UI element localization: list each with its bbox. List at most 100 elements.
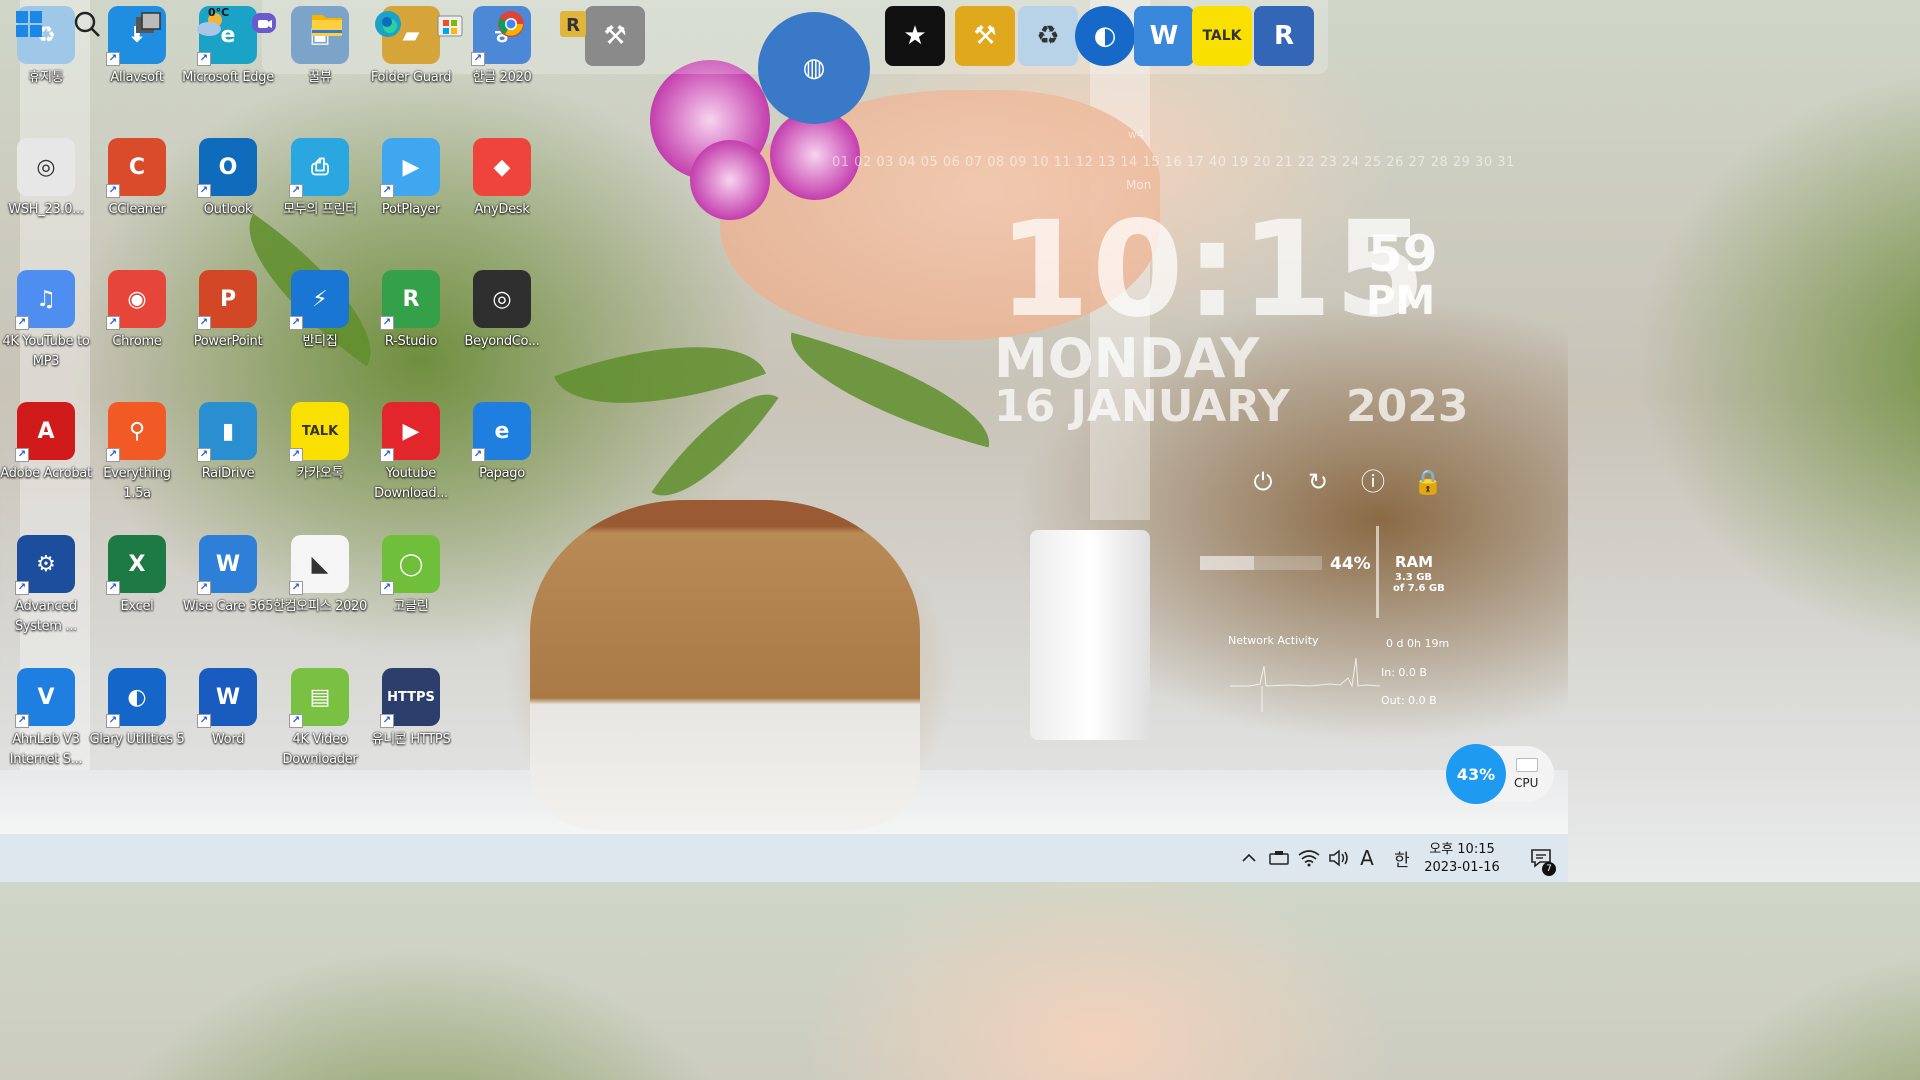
app-icon: V ↗ xyxy=(15,668,75,728)
tray-show-hidden-icons[interactable] xyxy=(1238,834,1260,882)
taskbar-clock-date[interactable]: 2023-01-16 xyxy=(1412,860,1512,875)
desktop-icon-label: Excel xyxy=(120,599,154,614)
desktop-icon[interactable]: ♫ ↗ 4K YouTube to MP3 xyxy=(2,270,90,372)
desktop-icon-label: PotPlayer xyxy=(381,202,441,217)
desktop-icon[interactable]: ◯ ↗ 고클린 xyxy=(368,535,454,617)
desktop-icon[interactable]: R ↗ R-Studio xyxy=(368,270,454,352)
desktop-icon[interactable]: W ↗ Wise Care 365 xyxy=(183,535,273,617)
hammer-icon: ⚒ xyxy=(973,21,997,51)
ram-usage-bar xyxy=(1200,556,1322,570)
desktop-icon[interactable]: ⚲ ↗ Everything 1.5a xyxy=(94,402,180,504)
desktop-icon[interactable]: e ↗ Papago xyxy=(459,402,545,484)
desktop-icon[interactable]: TALK ↗ 카카오톡 xyxy=(277,402,363,484)
desktop-icon[interactable]: HTTPS ↗ 유니콘 HTTPS xyxy=(368,668,454,750)
taskbar-microsoft-store[interactable] xyxy=(434,8,466,40)
dock-item-tools[interactable]: ⚒ xyxy=(585,6,645,66)
taskbar-chat-button[interactable] xyxy=(248,8,280,40)
desktop-icon-label: 고클린 xyxy=(393,599,429,614)
desktop-icon[interactable]: ◎ WSH_23.0... xyxy=(3,138,89,220)
desktop-icon[interactable]: ⚙ ↗ Advanced System ... xyxy=(3,535,89,637)
app-icon: ⚡ ↗ xyxy=(289,270,349,330)
desktop-icon[interactable]: A ↗ Adobe Acrobat xyxy=(0,402,92,484)
desktop-icon[interactable]: ▤ ↗ 4K Video Downloader xyxy=(277,668,363,770)
shortcut-arrow-icon: ↗ xyxy=(15,316,29,330)
desktop-icon[interactable]: ◣ ↗ 한컴오피스 2020 xyxy=(273,535,367,617)
shutdown-icon[interactable]: ⏻ xyxy=(1247,466,1279,498)
desktop-icon[interactable]: ◎ BeyondCo... xyxy=(459,270,545,352)
ram-usage-fill xyxy=(1200,556,1254,570)
desktop-icon[interactable]: ◆ AnyDesk xyxy=(459,138,545,220)
desktop-icon[interactable]: ▮ ↗ RaiDrive xyxy=(185,402,271,484)
search-icon xyxy=(74,11,100,37)
desktop-icon[interactable]: O ↗ Outlook xyxy=(185,138,271,220)
taskbar-edge[interactable] xyxy=(372,8,404,40)
tray-volume-icon[interactable] xyxy=(1326,834,1352,882)
app-icon-glyph: ▮ xyxy=(221,418,235,444)
desktop-icon[interactable]: ▶ ↗ PotPlayer xyxy=(368,138,454,220)
app-icon-glyph: ▶ xyxy=(402,418,420,444)
desktop-icon-label: Microsoft Edge xyxy=(182,70,274,85)
windows-logo-icon xyxy=(16,11,42,37)
shortcut-arrow-icon: ↗ xyxy=(106,184,120,198)
desktop-icon[interactable]: ⎙ ↗ 모두의 프린터 xyxy=(277,138,363,220)
tray-ime-mode[interactable]: 한 xyxy=(1390,834,1414,882)
shortcut-arrow-icon: ↗ xyxy=(471,52,485,66)
dock-item-recycle-bin[interactable]: ♻ xyxy=(1018,6,1078,66)
tray-usb-device-icon[interactable] xyxy=(1266,834,1292,882)
taskbar-r-app[interactable]: R xyxy=(557,8,589,40)
dock-item-wise-care[interactable]: W xyxy=(1134,6,1194,66)
app-icon: C ↗ xyxy=(106,138,166,198)
tray-ime-language[interactable]: A xyxy=(1356,834,1378,882)
desktop-icon[interactable]: C ↗ CCleaner xyxy=(94,138,180,220)
desktop-icon[interactable]: P ↗ PowerPoint xyxy=(185,270,271,352)
task-view-button[interactable] xyxy=(132,8,164,40)
logoff-icon[interactable]: ⓘ xyxy=(1357,466,1389,498)
clock-hour-minute: 10:15 xyxy=(998,193,1429,347)
desktop-icon-label: R-Studio xyxy=(384,334,438,349)
dock-item-regedit[interactable]: R xyxy=(1254,6,1314,66)
kakaotalk-icon: TALK xyxy=(1202,28,1242,44)
taskbar-search-button[interactable] xyxy=(71,8,103,40)
desktop-icon-label: 꿀뷰 xyxy=(308,70,332,85)
taskbar-clock-time[interactable]: 오후 10:15 xyxy=(1412,838,1512,857)
desktop-icon[interactable]: ◉ ↗ Chrome xyxy=(94,270,180,352)
desktop-icon[interactable]: X ↗ Excel xyxy=(94,535,180,617)
desktop-icon[interactable]: W ↗ Word xyxy=(185,668,271,750)
dock-item-hammer[interactable]: ⚒ xyxy=(955,6,1015,66)
app-icon: ◎ xyxy=(473,270,531,328)
app-icon-glyph: ◎ xyxy=(36,154,56,180)
app-icon: ⎙ ↗ xyxy=(289,138,349,198)
shortcut-arrow-icon: ↗ xyxy=(289,714,303,728)
restart-icon[interactable]: ↻ xyxy=(1302,466,1334,498)
notification-count-badge: 7 xyxy=(1542,862,1556,876)
svg-text:R: R xyxy=(566,15,580,36)
desktop-icon[interactable]: ◐ ↗ Glary Utilities 5 xyxy=(89,668,185,750)
store-icon xyxy=(437,15,463,37)
desktop-icon-label: WSH_23.0... xyxy=(8,202,84,217)
weather-widget-button[interactable]: 0°C xyxy=(188,6,236,40)
lock-icon[interactable]: 🔒 xyxy=(1412,466,1444,498)
taskbar-chrome[interactable] xyxy=(495,8,527,40)
shortcut-arrow-icon: ↗ xyxy=(106,448,120,462)
app-icon: ▶ ↗ xyxy=(380,402,440,462)
desktop-icon-label: 카카오톡 xyxy=(296,466,344,481)
chrome-icon xyxy=(498,11,524,37)
desktop-icon[interactable]: ⚡ ↗ 반디집 xyxy=(277,270,363,352)
desktop-icon[interactable]: V ↗ AhnLab V3 Internet S... xyxy=(3,668,89,770)
app-icon: R ↗ xyxy=(380,270,440,330)
app-icon: W ↗ xyxy=(197,535,257,595)
desktop-icon-label: 휴지통 xyxy=(28,70,64,85)
dock-item-t-shirt[interactable]: ★ xyxy=(885,6,945,66)
shortcut-arrow-icon: ↗ xyxy=(380,184,394,198)
clock-seconds: 59 xyxy=(1368,225,1438,283)
dock-item-glary-moon[interactable]: ◐ xyxy=(1075,6,1135,66)
start-button[interactable] xyxy=(13,8,45,40)
dock-item-kakaotalk[interactable]: TALK xyxy=(1192,6,1252,66)
app-icon-glyph: ◆ xyxy=(493,154,511,180)
desktop-icon[interactable]: ▶ ↗ Youtube Download... xyxy=(368,402,454,504)
dock-item-globe[interactable]: ◍ xyxy=(758,12,870,124)
tray-wifi-icon[interactable] xyxy=(1296,834,1322,882)
taskbar-file-explorer[interactable] xyxy=(311,8,343,40)
app-icon-glyph: ⚙ xyxy=(36,551,56,577)
app-icon-glyph: ⎙ xyxy=(311,154,329,180)
